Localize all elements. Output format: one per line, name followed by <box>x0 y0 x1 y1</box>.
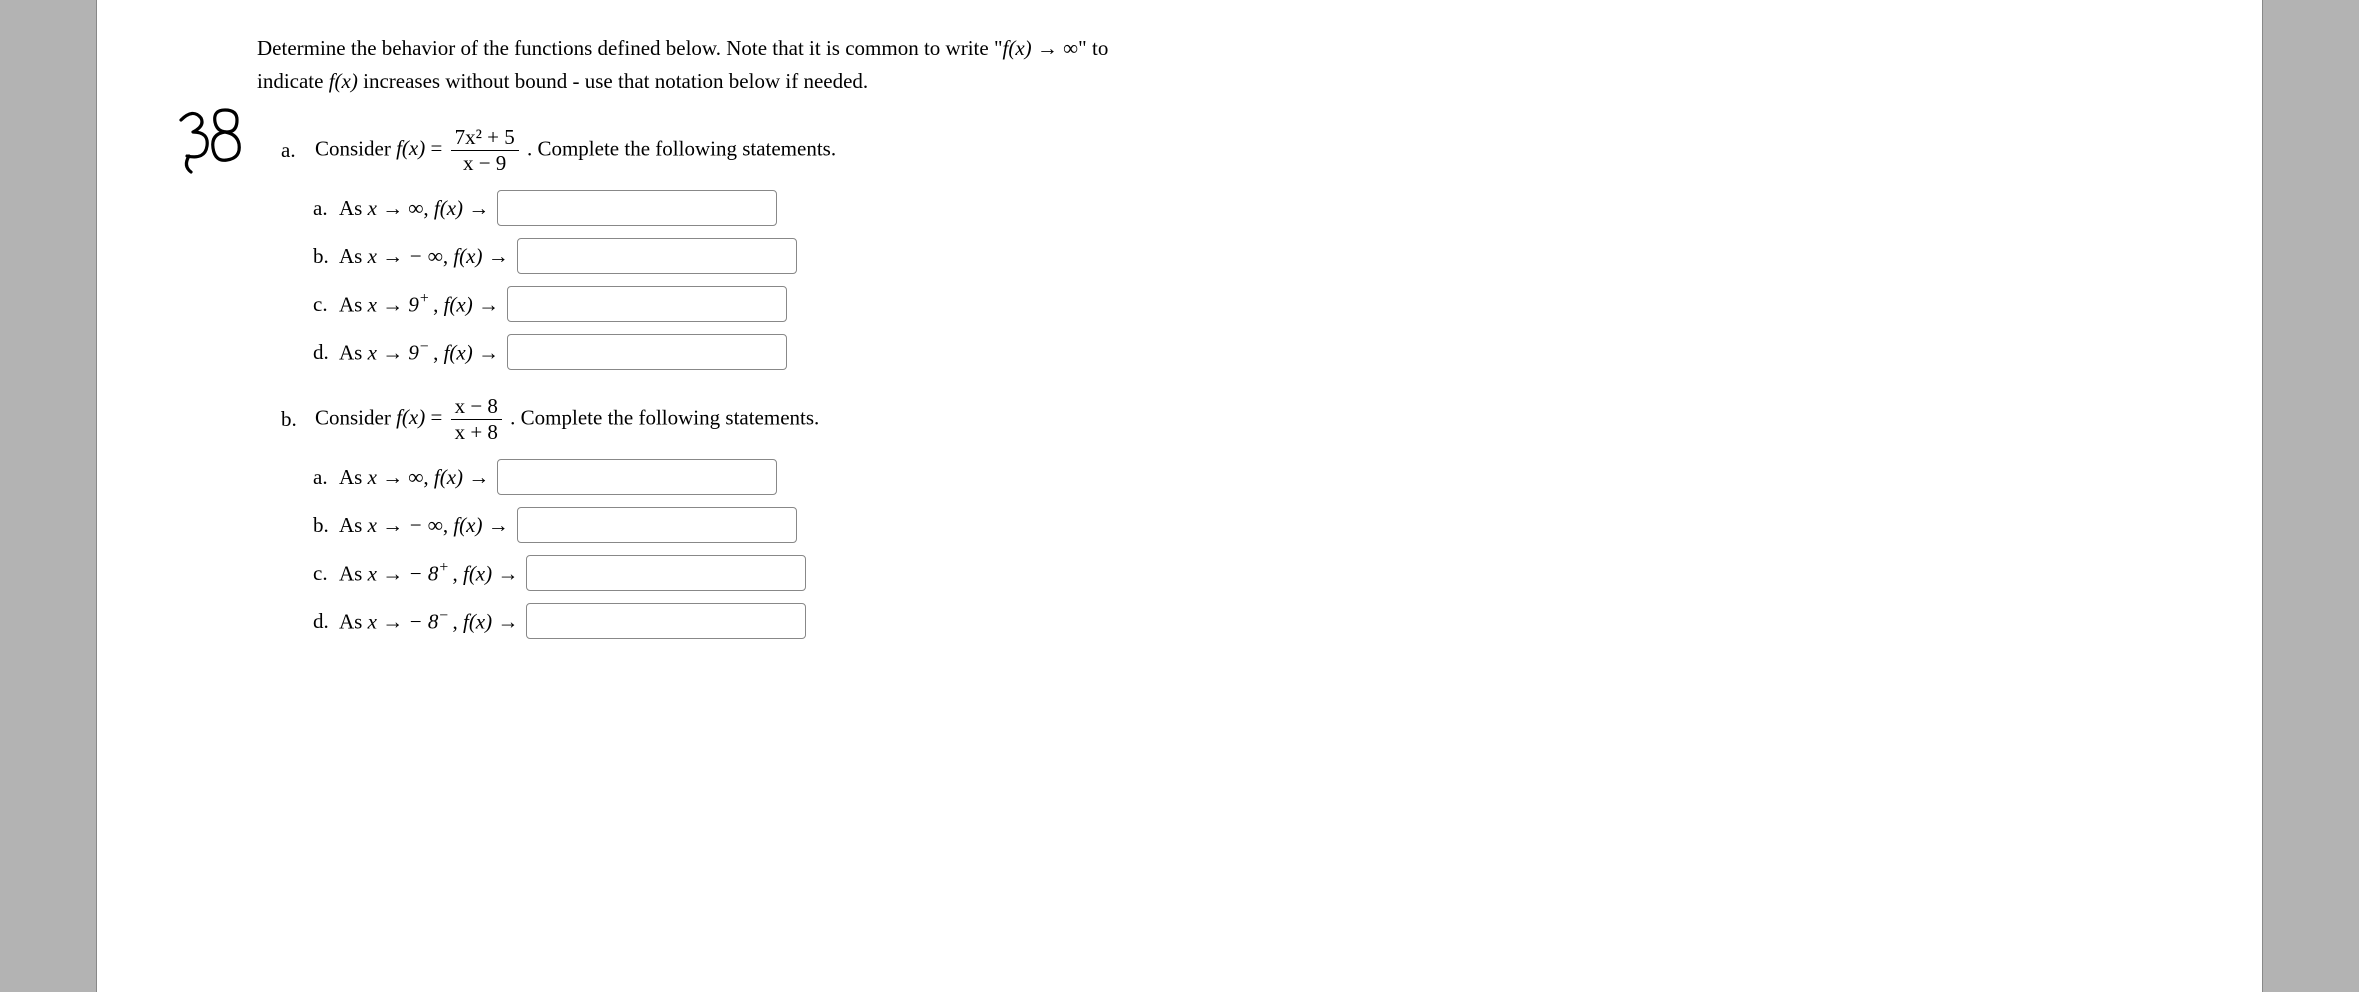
answer-input-a-c[interactable] <box>507 286 787 322</box>
sub-label: b. <box>313 244 339 269</box>
intro-fx: f(x) <box>329 69 358 93</box>
intro-math: f(x) → ∞ <box>1003 36 1079 60</box>
limit-expression: As x → ∞, f(x) → <box>339 465 489 490</box>
intro-text-1a: Determine the behavior of the functions … <box>257 36 1003 60</box>
sub-label: b. <box>313 513 339 538</box>
instructions: Determine the behavior of the functions … <box>257 32 2102 97</box>
sub-label: a. <box>313 196 339 221</box>
part-b-lead: Consider <box>315 405 396 429</box>
part-b-sub-c: c. As x → − 8+ , f(x) → <box>313 555 2102 591</box>
part-b-sub-a: a. As x → ∞, f(x) → <box>313 459 2102 495</box>
part-a-lead: Consider <box>315 136 396 160</box>
handwritten-annotation <box>169 100 249 178</box>
sub-label: d. <box>313 609 339 634</box>
part-a-tail: . Complete the following statements. <box>527 136 836 160</box>
answer-input-a-b[interactable] <box>517 238 797 274</box>
question-list: a. Consider f(x) = 7x² + 5 x − 9 . Compl… <box>281 125 2102 639</box>
part-b-tail: . Complete the following statements. <box>510 405 819 429</box>
sub-label: d. <box>313 340 339 365</box>
part-a-sub-b: b. As x → − ∞, f(x) → <box>313 238 2102 274</box>
part-a-sub-d: d. As x → 9− , f(x) → <box>313 334 2102 370</box>
answer-input-b-b[interactable] <box>517 507 797 543</box>
part-a-label: a. <box>281 138 313 163</box>
part-b-statement: Consider f(x) = x − 8 x + 8 . Complete t… <box>315 394 819 445</box>
part-b-label: b. <box>281 407 313 432</box>
answer-input-b-d[interactable] <box>526 603 806 639</box>
answer-input-b-a[interactable] <box>497 459 777 495</box>
part-b-sub-d: d. As x → − 8− , f(x) → <box>313 603 2102 639</box>
limit-expression: As x → 9− , f(x) → <box>339 338 499 366</box>
part-b-function: f(x) = x − 8 x + 8 <box>396 405 510 429</box>
answer-input-a-a[interactable] <box>497 190 777 226</box>
intro-text-2b: increases without bound - use that notat… <box>358 69 868 93</box>
part-b-sub-b: b. As x → − ∞, f(x) → <box>313 507 2102 543</box>
sub-label: a. <box>313 465 339 490</box>
limit-expression: As x → − ∞, f(x) → <box>339 513 509 538</box>
part-b: b. Consider f(x) = x − 8 x + 8 . Complet… <box>281 394 2102 639</box>
part-a-sub-a: a. As x → ∞, f(x) → <box>313 190 2102 226</box>
answer-input-a-d[interactable] <box>507 334 787 370</box>
limit-expression: As x → ∞, f(x) → <box>339 196 489 221</box>
part-a-function: f(x) = 7x² + 5 x − 9 <box>396 136 527 160</box>
intro-text-2a: indicate <box>257 69 329 93</box>
limit-expression: As x → − 8− , f(x) → <box>339 607 518 635</box>
sub-label: c. <box>313 292 339 317</box>
part-a-sub-c: c. As x → 9+ , f(x) → <box>313 286 2102 322</box>
sub-label: c. <box>313 561 339 586</box>
part-a-sublist: a. As x → ∞, f(x) → b. As x → − ∞, f(x) … <box>313 190 2102 370</box>
part-a: a. Consider f(x) = 7x² + 5 x − 9 . Compl… <box>281 125 2102 370</box>
part-b-sublist: a. As x → ∞, f(x) → b. As x → − ∞, f(x) … <box>313 459 2102 639</box>
limit-expression: As x → 9+ , f(x) → <box>339 290 499 318</box>
limit-expression: As x → − 8+ , f(x) → <box>339 559 518 587</box>
part-a-statement: Consider f(x) = 7x² + 5 x − 9 . Complete… <box>315 125 836 176</box>
intro-text-1b: " to <box>1078 36 1108 60</box>
limit-expression: As x → − ∞, f(x) → <box>339 244 509 269</box>
answer-input-b-c[interactable] <box>526 555 806 591</box>
worksheet-page: Determine the behavior of the functions … <box>96 0 2263 992</box>
